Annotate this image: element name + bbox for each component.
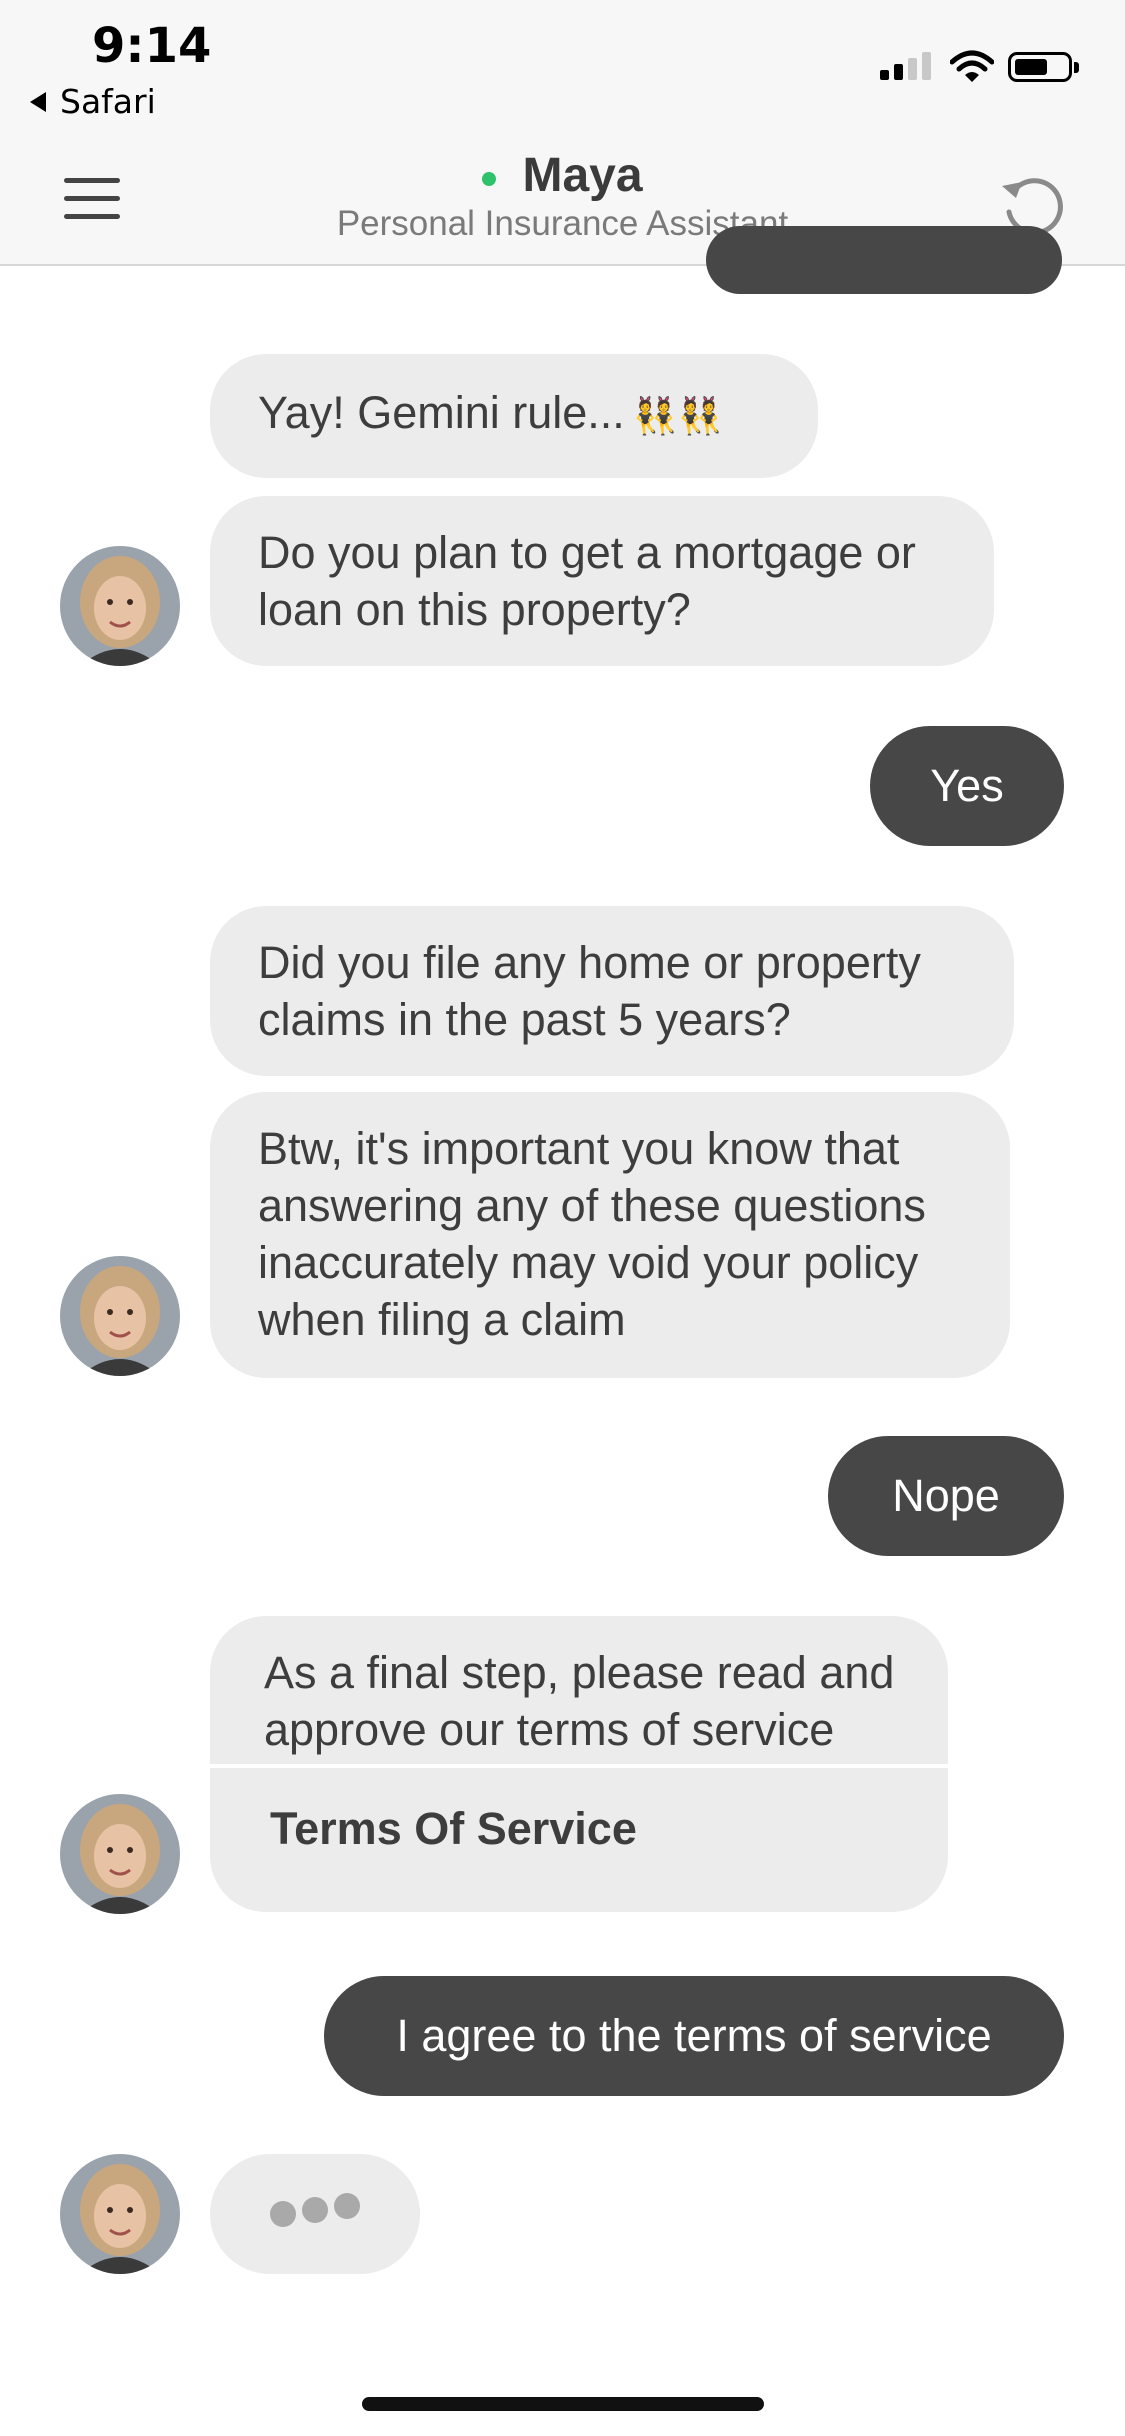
typing-indicator: [210, 2154, 420, 2274]
terms-of-service-link[interactable]: Terms Of Service: [210, 1768, 948, 1857]
terms-of-service-label: Terms Of Service: [270, 1803, 637, 1854]
bot-message: Btw, it's important you know that answer…: [210, 1092, 1010, 1378]
online-status-icon: [482, 171, 497, 186]
status-bar: 9:14 Safari: [0, 0, 1125, 140]
wifi-icon: [950, 50, 994, 82]
bot-message: Do you plan to get a mortgage or loan on…: [210, 496, 994, 666]
typing-dots-icon: [270, 2193, 360, 2227]
agent-name: Maya: [522, 149, 643, 202]
back-to-safari-button[interactable]: Safari: [30, 82, 156, 121]
back-app-label: Safari: [60, 82, 156, 121]
agent-avatar: [60, 1794, 180, 1914]
user-message: Nope: [828, 1436, 1064, 1556]
user-message-text: Nope: [892, 1470, 1000, 1521]
battery-icon: [1008, 52, 1079, 82]
bot-message-text: Do you plan to get a mortgage or loan on…: [258, 527, 916, 635]
agent-avatar: [60, 1256, 180, 1376]
bot-message-text: Did you file any home or property claims…: [258, 937, 921, 1045]
previous-user-message: [706, 226, 1062, 294]
signal-icon: [880, 52, 931, 80]
user-message: I agree to the terms of service: [324, 1976, 1064, 2096]
bot-message-text: Btw, it's important you know that answer…: [258, 1123, 926, 1345]
agent-avatar: [60, 2154, 180, 2274]
back-arrow-icon: [30, 91, 46, 112]
agent-title: Maya: [0, 148, 1125, 203]
user-message: Yes: [870, 726, 1064, 846]
user-message-text: Yes: [930, 760, 1004, 811]
status-time: 9:14: [92, 18, 212, 74]
bot-message-with-link: As a final step, please read and approve…: [210, 1616, 948, 1912]
user-message-text: I agree to the terms of service: [396, 2010, 992, 2061]
home-indicator[interactable]: [362, 2397, 764, 2411]
dancers-emoji: 👯👯: [632, 395, 723, 436]
agent-avatar: [60, 546, 180, 666]
bot-message-text: Yay! Gemini rule...: [258, 387, 625, 438]
bot-message-text: As a final step, please read and approve…: [264, 1647, 895, 1755]
bot-message: Did you file any home or property claims…: [210, 906, 1014, 1076]
bot-message: Yay! Gemini rule... 👯👯: [210, 354, 818, 478]
chat-thread: Yay! Gemini rule... 👯👯 Do you plan to get…: [0, 226, 1125, 2366]
